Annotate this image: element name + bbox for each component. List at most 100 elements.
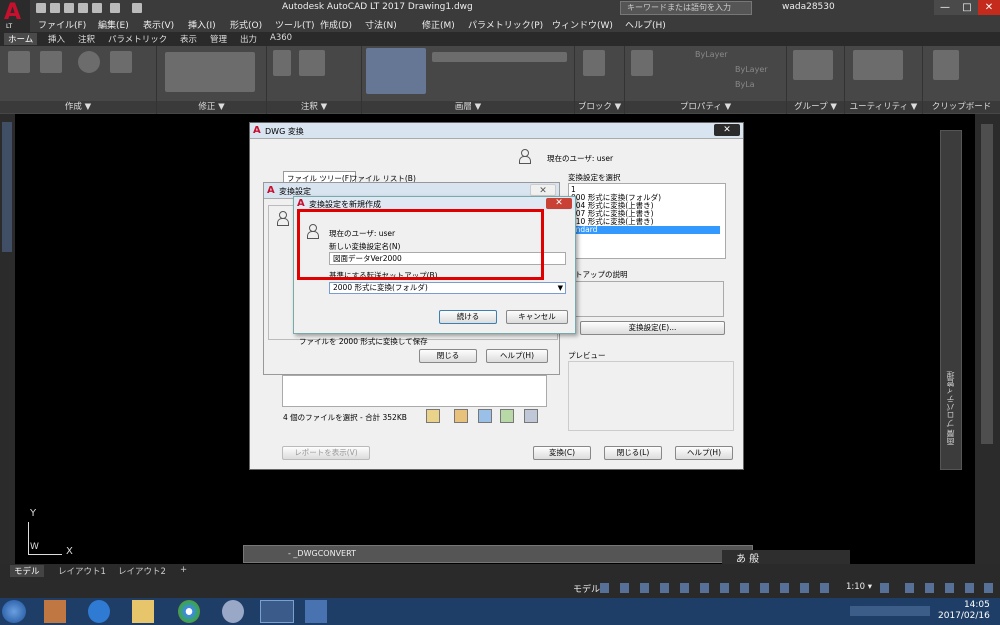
panel-properties-label[interactable]: プロパティ ▼ bbox=[625, 101, 786, 113]
chrome-icon[interactable] bbox=[178, 600, 200, 623]
panel-clipboard-label[interactable]: クリップボード bbox=[923, 101, 1000, 113]
units-icon[interactable] bbox=[925, 583, 934, 593]
close-button[interactable]: 閉じる bbox=[419, 349, 477, 363]
clean-screen-icon[interactable] bbox=[965, 583, 974, 593]
start-button-icon[interactable] bbox=[2, 600, 26, 623]
save-as-icon[interactable] bbox=[78, 3, 88, 13]
tab-parametric[interactable]: パラメトリック bbox=[108, 33, 167, 45]
measure-icon[interactable] bbox=[853, 50, 903, 80]
append-list-icon[interactable] bbox=[500, 409, 514, 423]
layer-dropdown[interactable] bbox=[432, 52, 567, 62]
help-button[interactable]: ヘルプ(H) bbox=[486, 349, 548, 363]
model-space-toggle[interactable]: モデル bbox=[573, 582, 600, 595]
panel-group-label[interactable]: グループ ▼ bbox=[787, 101, 844, 113]
ortho-icon[interactable] bbox=[640, 583, 649, 593]
tab-annotate[interactable]: 注釈 bbox=[78, 33, 95, 45]
polar-icon[interactable] bbox=[660, 583, 669, 593]
layer-properties-icon[interactable] bbox=[366, 48, 426, 94]
maximize-button[interactable]: □ bbox=[956, 0, 978, 15]
line-icon[interactable] bbox=[8, 51, 30, 73]
new-list-icon[interactable] bbox=[454, 409, 468, 423]
grid-icon[interactable] bbox=[600, 583, 609, 593]
media-player-icon[interactable] bbox=[44, 600, 66, 623]
base-setup-dropdown[interactable]: 2000 形式に変換(フォルダ) ▼ bbox=[329, 282, 566, 294]
tab-layout2[interactable]: レイアウト2 bbox=[118, 565, 166, 577]
tab-a360[interactable]: A360 bbox=[270, 33, 292, 43]
setting-list[interactable]: 1 000 形式に変換(フォルダ) 004 形式に変換(上書き) 007 形式に… bbox=[568, 183, 726, 259]
panel-block-label[interactable]: ブロック ▼ bbox=[575, 101, 624, 113]
menu-format[interactable]: 形式(O) bbox=[230, 18, 262, 31]
arc-icon[interactable] bbox=[110, 51, 132, 73]
menu-modify[interactable]: 修正(M) bbox=[422, 18, 455, 31]
command-line[interactable]: - _DWGCONVERT bbox=[243, 545, 753, 563]
menu-draw[interactable]: 作成(D) bbox=[320, 18, 352, 31]
cancel-button[interactable]: キャンセル bbox=[506, 310, 568, 324]
save-list-icon[interactable] bbox=[524, 409, 538, 423]
annotation-monitor-icon[interactable] bbox=[905, 583, 914, 593]
menu-file[interactable]: ファイル(F) bbox=[38, 18, 86, 31]
internet-explorer-icon[interactable] bbox=[88, 600, 110, 623]
menu-dimension[interactable]: 寸法(N) bbox=[365, 18, 397, 31]
panel-layers-label[interactable]: 画層 ▼ bbox=[362, 101, 574, 113]
taskbar-clock[interactable]: 14:05 2017/02/16 bbox=[938, 600, 990, 622]
minimize-button[interactable]: — bbox=[934, 0, 956, 15]
lineweight-icon[interactable] bbox=[720, 583, 729, 593]
circle-icon[interactable] bbox=[78, 51, 100, 73]
lineweight-bylayer[interactable]: ByLa bbox=[735, 80, 755, 89]
system-tray-icons[interactable] bbox=[850, 606, 930, 616]
add-layout-button[interactable]: + bbox=[180, 565, 187, 575]
dialog-close-button[interactable]: ✕ bbox=[714, 124, 740, 136]
layer-properties-palette[interactable]: 画層 プロパティ管理 bbox=[940, 130, 962, 470]
linetype-bylayer[interactable]: ByLayer bbox=[735, 65, 768, 74]
close-button[interactable]: 閉じる(L) bbox=[604, 446, 662, 460]
list-item-selected[interactable]: andard bbox=[571, 226, 720, 234]
file-list-box[interactable] bbox=[282, 375, 547, 407]
dialog-close-button[interactable]: ✕ bbox=[546, 198, 572, 209]
tab-layout1[interactable]: レイアウト1 bbox=[58, 565, 106, 577]
application-logo[interactable]: A LT bbox=[0, 0, 30, 32]
panel-annotation-label[interactable]: 注釈 ▼ bbox=[267, 101, 361, 113]
otrack-icon[interactable] bbox=[700, 583, 709, 593]
open-file-icon[interactable] bbox=[50, 3, 60, 13]
menu-parametric[interactable]: パラメトリック(P) bbox=[468, 18, 543, 31]
workspace-icon[interactable] bbox=[880, 583, 889, 593]
menu-view[interactable]: 表示(V) bbox=[143, 18, 174, 31]
new-file-icon[interactable] bbox=[36, 3, 46, 13]
paste-icon[interactable] bbox=[933, 50, 959, 80]
print-icon[interactable] bbox=[92, 3, 102, 13]
user-account[interactable]: wada28530 bbox=[782, 2, 835, 12]
convert-button[interactable]: 変換(C) bbox=[533, 446, 591, 460]
customize-icon[interactable] bbox=[984, 583, 993, 593]
color-bylayer[interactable]: ByLayer bbox=[695, 50, 728, 59]
app-icon[interactable] bbox=[222, 600, 244, 623]
file-explorer-icon[interactable] bbox=[132, 600, 154, 623]
menu-tools[interactable]: ツール(T) bbox=[275, 18, 315, 31]
tab-model[interactable]: モデル bbox=[10, 565, 44, 577]
close-button[interactable]: ✕ bbox=[978, 0, 1000, 15]
polyline-icon[interactable] bbox=[40, 51, 62, 73]
match-properties-icon[interactable] bbox=[631, 50, 653, 76]
convert-setting-button[interactable]: 変換設定(E)... bbox=[580, 321, 725, 335]
panel-utilities-label[interactable]: ユーティリティ ▼ bbox=[845, 101, 922, 113]
auto-scale-icon[interactable] bbox=[800, 583, 809, 593]
search-input[interactable]: キーワードまたは語句を入力 bbox=[620, 1, 752, 15]
isolate-icon[interactable] bbox=[945, 583, 954, 593]
modify-tools-icon[interactable] bbox=[165, 52, 255, 92]
panel-draw-label[interactable]: 作成 ▼ bbox=[0, 101, 156, 113]
tab-view[interactable]: 表示 bbox=[180, 33, 197, 45]
menu-insert[interactable]: 挿入(I) bbox=[188, 18, 216, 31]
annotation-scale-icon[interactable] bbox=[820, 583, 829, 593]
dimension-icon[interactable] bbox=[299, 50, 325, 76]
menu-edit[interactable]: 編集(E) bbox=[98, 18, 129, 31]
insert-block-icon[interactable] bbox=[583, 50, 605, 76]
panel-modify-label[interactable]: 修正 ▼ bbox=[157, 101, 266, 113]
tab-output[interactable]: 出力 bbox=[240, 33, 257, 45]
group-icon[interactable] bbox=[793, 50, 833, 80]
tab-manage[interactable]: 管理 bbox=[210, 33, 227, 45]
navigation-bar-icons[interactable] bbox=[981, 124, 993, 444]
save-icon[interactable] bbox=[64, 3, 74, 13]
continue-button[interactable]: 続ける bbox=[439, 310, 497, 324]
open-file-icon[interactable] bbox=[426, 409, 440, 423]
menu-help[interactable]: ヘルプ(H) bbox=[625, 18, 666, 31]
help-button[interactable]: ヘルプ(H) bbox=[675, 446, 733, 460]
